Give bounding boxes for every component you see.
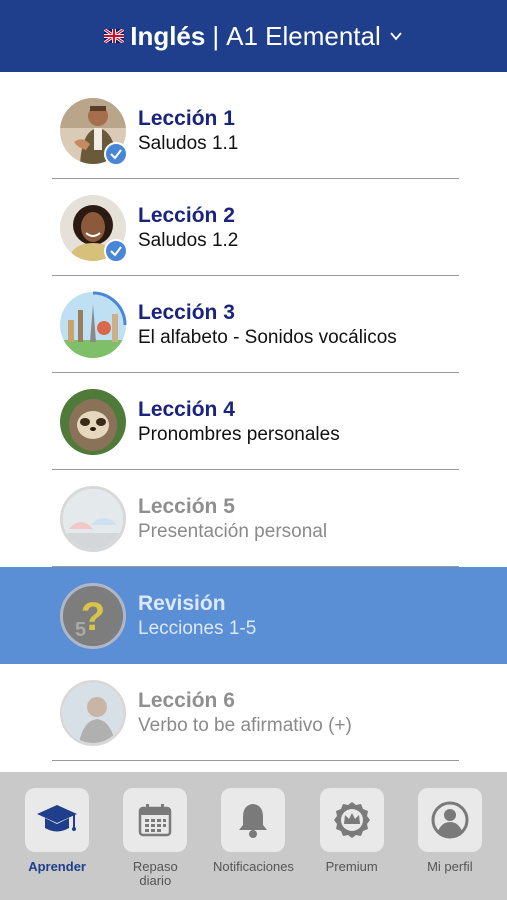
review-subtitle: Lecciones 1-5 — [138, 617, 257, 639]
lesson-item-5[interactable]: Lección 5 Presentación personal — [0, 470, 507, 567]
umbrellas-image — [63, 488, 123, 549]
nav-learn[interactable]: Aprender — [10, 788, 104, 900]
lesson-item-6[interactable]: Lección 6 Verbo to be afirmativo (+) — [0, 664, 507, 761]
review-title: Revisión — [138, 591, 226, 615]
bell-icon — [239, 804, 268, 838]
nav-label: Aprender — [28, 859, 86, 874]
top-bar[interactable]: Inglés | A1 Elemental — [0, 0, 507, 72]
lesson-title: Lección 6 — [138, 688, 235, 712]
lesson-subtitle: El alfabeto - Sonidos vocálicos — [138, 326, 397, 348]
lesson-item-4[interactable]: Lección 4 Pronombres personales — [0, 373, 507, 470]
nav-label: Notificaciones — [213, 859, 294, 874]
nav-premium[interactable]: Premium — [305, 788, 399, 900]
nav-daily-review-button[interactable] — [123, 788, 188, 852]
svg-text:5: 5 — [75, 619, 86, 641]
calendar-icon — [139, 804, 172, 837]
nav-learn-button[interactable] — [25, 788, 90, 852]
separator: | — [212, 20, 220, 51]
lesson-thumbnail — [60, 194, 128, 263]
nav-label: Mi perfil — [427, 859, 473, 874]
lesson-title: Lección 3 — [138, 300, 235, 324]
lesson-thumbnail — [60, 679, 126, 746]
nav-premium-button[interactable] — [319, 788, 384, 852]
sloth-image — [60, 388, 126, 455]
completed-check-icon — [104, 141, 128, 166]
lesson-subtitle: Saludos 1.2 — [138, 229, 239, 251]
nav-daily-review[interactable]: Repaso diario — [108, 788, 202, 900]
nav-label: Repaso diario — [132, 859, 178, 888]
lesson-item-2[interactable]: Lección 2 Saludos 1.2 — [0, 179, 507, 276]
lesson-title: Lección 4 — [138, 397, 235, 421]
lesson-item-3[interactable]: Lección 3 El alfabeto - Sonidos vocálico… — [0, 276, 507, 373]
lesson-list: Lección 1 Saludos 1.1 Lección 2 Saludos … — [0, 82, 507, 761]
nav-notifications[interactable]: Notificaciones — [206, 788, 300, 900]
course-language[interactable]: Inglés — [130, 21, 205, 52]
review-item[interactable]: ? 5 Revisión Lecciones 1-5 — [0, 567, 507, 664]
nav-label: Premium — [325, 859, 378, 874]
lesson-subtitle: Pronombres personales — [138, 423, 340, 445]
lesson-subtitle: Verbo to be afirmativo (+) — [138, 714, 352, 736]
bottom-navigation: Aprender Repaso diario Notificaciones Pr… — [0, 772, 507, 900]
completed-check-icon — [104, 238, 128, 263]
lesson-subtitle: Saludos 1.1 — [138, 132, 239, 154]
person-photo-image — [63, 682, 123, 743]
user-profile-icon — [431, 801, 469, 839]
lesson-thumbnail — [60, 388, 126, 455]
nav-profile[interactable]: Mi perfil — [403, 788, 497, 900]
progress-ring — [92, 291, 127, 325]
lesson-thumbnail — [60, 291, 127, 358]
lesson-title: Lección 1 — [138, 106, 235, 130]
graduation-cap-icon — [37, 805, 78, 832]
nav-profile-button[interactable] — [417, 788, 482, 852]
crown-badge-icon — [333, 802, 370, 838]
lesson-subtitle: Presentación personal — [138, 520, 328, 542]
uk-flag-icon — [104, 29, 125, 43]
review-thumbnail: ? 5 — [60, 582, 126, 649]
lesson-thumbnail — [60, 97, 128, 166]
lesson-title: Lección 5 — [138, 494, 235, 518]
chevron-down-icon[interactable] — [389, 29, 403, 43]
lesson-title: Lección 2 — [138, 203, 235, 227]
course-level[interactable]: A1 Elemental — [226, 21, 381, 52]
nav-notifications-button[interactable] — [221, 788, 286, 852]
lesson-thumbnail — [60, 485, 126, 552]
lesson-item-1[interactable]: Lección 1 Saludos 1.1 — [0, 82, 507, 179]
question-mark-icon: ? 5 — [63, 585, 123, 646]
